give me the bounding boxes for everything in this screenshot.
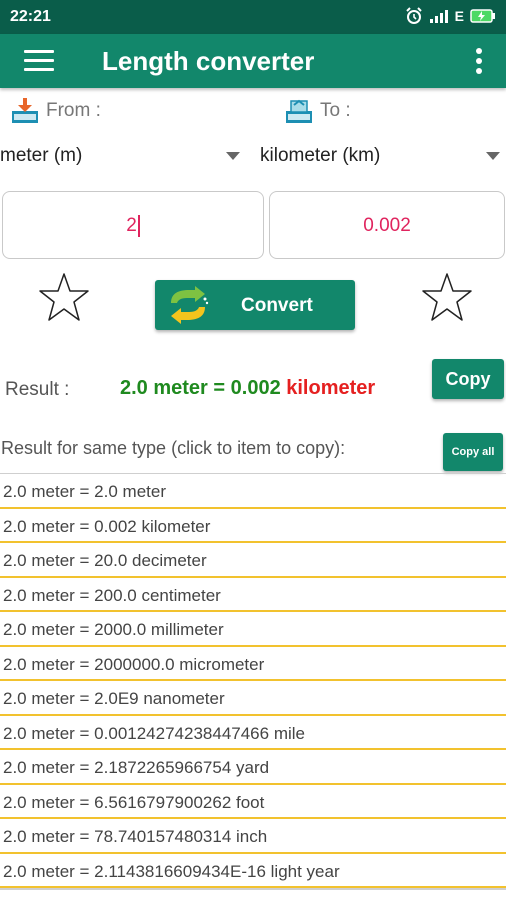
list-bottom-divider [0,888,506,890]
list-item[interactable]: 2.0 meter = 2000000.0 micrometer [0,647,506,681]
more-options-icon[interactable] [476,48,482,74]
alarm-icon [405,7,422,24]
battery-icon [470,9,495,23]
to-value-text: 0.002 [363,215,411,236]
to-label: To : [320,100,351,121]
favorite-from-star-icon[interactable] [38,272,90,322]
swap-icon [171,286,209,324]
to-unit-select[interactable]: kilometer (km) [260,140,506,172]
from-label-row: From : [10,96,101,126]
result-label: Result : [5,379,70,400]
list-item[interactable]: 2.0 meter = 78.740157480314 inch [0,819,506,854]
status-icons: E [405,7,496,25]
convert-button[interactable]: Convert [155,280,355,330]
list-item[interactable]: 2.0 meter = 2000.0 millimeter [0,612,506,647]
dropdown-caret-icon [226,152,240,160]
from-value-text: 2 [126,215,137,237]
status-bar: 22:21 E [0,0,506,34]
result-source: 2.0 meter [120,377,208,399]
from-unit-select[interactable]: meter (m) [0,140,250,172]
list-item[interactable]: 2.0 meter = 2.1143816609434E-16 light ye… [0,854,506,888]
list-item[interactable]: 2.0 meter = 2.0E9 nanometer [0,681,506,716]
app-bar: Length converter [0,34,506,88]
result-target-unit: kilometer [280,377,376,399]
signal-icon [429,10,448,23]
list-item[interactable]: 2.0 meter = 0.002 kilometer [0,509,506,543]
copy-button[interactable]: Copy [432,359,504,399]
convert-label: Convert [241,295,313,316]
download-icon [12,98,38,123]
from-label: From : [46,100,101,121]
list-item[interactable]: 2.0 meter = 0.00124274238447466 mile [0,716,506,750]
same-type-label: Result for same type (click to item to c… [1,438,346,458]
app-title: Length converter [102,46,315,76]
text-cursor [137,215,140,237]
status-time: 22:21 [10,8,51,25]
result-value: = 0.002 [207,377,281,399]
to-value-output[interactable]: 0.002 [269,191,505,259]
list-item[interactable]: 2.0 meter = 6.5616797900262 foot [0,785,506,819]
to-label-row: To : [284,96,351,126]
list-item[interactable]: 2.0 meter = 2.1872265966754 yard [0,750,506,785]
copy-all-button[interactable]: Copy all [443,433,503,471]
from-unit-value: meter (m) [0,145,83,166]
list-item[interactable]: 2.0 meter = 20.0 decimeter [0,543,506,578]
menu-icon[interactable] [24,50,54,72]
favorite-to-star-icon[interactable] [421,272,473,322]
result-text: 2.0 meter = 0.002 kilometer [120,377,375,400]
list-item[interactable]: 2.0 meter = 2.0 meter [0,474,506,509]
result-list: 2.0 meter = 2.0 meter 2.0 meter = 0.002 … [0,473,506,892]
to-unit-value: kilometer (km) [260,145,381,166]
from-value-input[interactable]: 2 [2,191,264,259]
dropdown-caret-icon [486,152,500,160]
network-type: E [454,8,464,24]
list-item[interactable]: 2.0 meter = 200.0 centimeter [0,578,506,612]
upload-icon [286,99,312,123]
